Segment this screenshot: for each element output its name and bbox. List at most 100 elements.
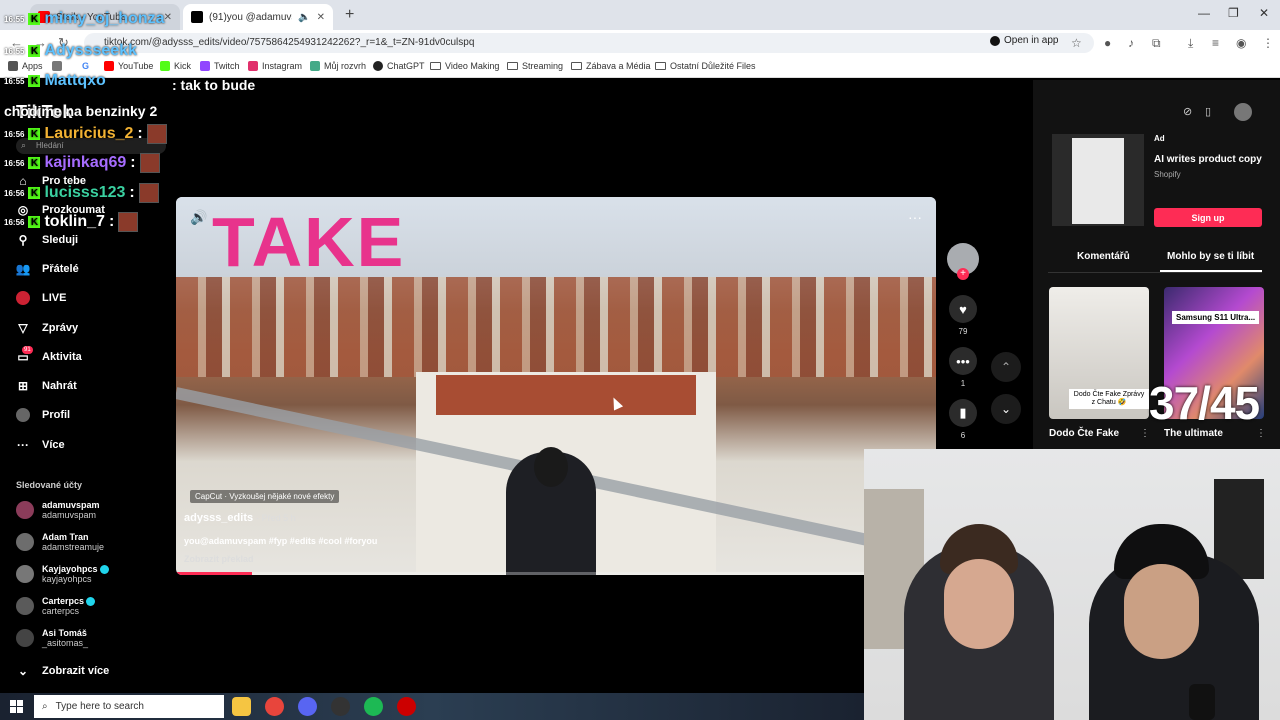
ad-title[interactable]: AI writes product copy — [1154, 154, 1262, 165]
bookmark-chatgpt[interactable]: ChatGPT — [373, 61, 425, 71]
following-account[interactable]: Kayjayohpcs kayjayohpcs — [16, 564, 109, 584]
nav-vice[interactable]: ··· Více — [16, 438, 65, 452]
comment-button[interactable]: ••• 1 — [948, 347, 978, 388]
video-person-head — [534, 447, 568, 487]
windows-start-icon[interactable] — [10, 700, 23, 713]
download-icon[interactable]: ⤓ — [1188, 36, 1193, 51]
folder-icon — [430, 62, 441, 70]
tab-title: (91)you @adamuvspam #fy — [209, 11, 292, 23]
close-tab-icon[interactable]: ✕ — [317, 12, 325, 23]
nav-live[interactable]: LIVE — [16, 291, 66, 305]
bookmark-folder-video[interactable]: Video Making — [430, 61, 499, 71]
bookmark-instagram[interactable]: Instagram — [248, 61, 302, 71]
minimize-button[interactable]: — — [1198, 6, 1210, 20]
bookmark-twitch[interactable]: Twitch — [200, 61, 240, 71]
menu-dots-icon[interactable]: ⋮ — [1262, 36, 1274, 50]
restore-button[interactable]: ❐ — [1228, 6, 1239, 20]
following-account[interactable]: Asi Tomáš _asitomas_ — [16, 628, 88, 648]
nav-zpravy[interactable]: ▽ Zprávy — [16, 321, 78, 335]
open-in-app-button[interactable]: Open in app — [990, 35, 1059, 46]
url-field[interactable]: tiktok.com/@adysss_edits/video/757586425… — [84, 33, 1094, 53]
tab-tiktok[interactable]: (91)you @adamuvspam #fy 🔈 ✕ — [183, 4, 333, 30]
nav-sleduji[interactable]: ⚲ Sleduji — [16, 233, 78, 247]
more-options-icon[interactable]: ··· — [908, 209, 922, 225]
taskbar-search[interactable]: ⌕ Type here to search — [34, 695, 224, 718]
folder-icon — [571, 62, 582, 70]
show-more-button[interactable]: ⌄ Zobrazit více — [16, 664, 109, 678]
file-explorer-icon[interactable] — [232, 697, 251, 716]
screen-icon[interactable]: ⊘ — [1183, 105, 1197, 119]
bookmark-kick[interactable]: Kick — [160, 61, 191, 71]
bookmark-rozvrh[interactable]: Můj rozvrh — [310, 61, 366, 71]
open-in-app-label: Open in app — [1004, 35, 1059, 46]
mute-tab-icon[interactable]: 🔈 — [298, 12, 310, 23]
phone-icon[interactable]: ▯ — [1205, 105, 1219, 119]
following-account[interactable]: adamuvspam adamuvspam — [16, 500, 100, 520]
volume-icon[interactable]: 🔊 — [190, 209, 207, 226]
ad-thumbnail[interactable] — [1052, 134, 1144, 226]
nav-label: Sleduji — [42, 234, 79, 246]
chevron-up-icon: ⌃ — [1000, 360, 1012, 374]
bookmark-folder-streaming[interactable]: Streaming — [507, 61, 563, 71]
bookmark-label: Můj rozvrh — [324, 61, 367, 71]
video-rooftops — [176, 277, 936, 377]
suggested-video-card[interactable]: Dodo Čte Fake Zprávy z Chatu 🤣 — [1049, 287, 1149, 419]
account-handle: adamuvspam — [42, 510, 97, 520]
bookmark-grid[interactable] — [52, 61, 62, 71]
video-progress-bar[interactable] — [176, 572, 936, 575]
nav-label: Nahrát — [42, 380, 77, 392]
ad-sponsor: Shopify — [1154, 170, 1181, 179]
follow-plus-icon[interactable]: + — [957, 268, 969, 280]
discord-icon[interactable] — [298, 697, 317, 716]
bookmark-google[interactable]: G — [82, 61, 89, 71]
next-video-button[interactable]: ⌄ — [991, 394, 1021, 424]
card-title[interactable]: Dodo Čte Fake — [1049, 428, 1119, 439]
tiktok-favicon-icon — [191, 11, 203, 23]
avatar — [16, 629, 34, 647]
audio-icon[interactable]: ♪ — [1128, 36, 1134, 50]
new-tab-button[interactable]: + — [345, 6, 354, 24]
extension-icon[interactable]: ● — [1104, 36, 1111, 50]
obs-icon[interactable] — [331, 697, 350, 716]
profile-avatar-icon[interactable]: ◉ — [1236, 36, 1246, 50]
translate-link[interactable]: Zobrazit překlad — [184, 554, 254, 564]
close-window-button[interactable]: ✕ — [1259, 6, 1269, 20]
following-account[interactable]: Adam Tran adamstreamuje — [16, 532, 104, 552]
bookmark-label: YouTube — [118, 61, 154, 71]
bookmark-star-icon[interactable]: ☆ — [1071, 36, 1082, 50]
posted-time: · Před 5 h — [256, 513, 296, 523]
nav-profil[interactable]: Profil — [16, 408, 70, 422]
bookmark-youtube[interactable]: YouTube — [104, 61, 153, 71]
video-author[interactable]: adysss_edits · Před 5 h — [184, 512, 296, 524]
recorder-icon[interactable] — [397, 697, 416, 716]
webcam-face-right — [1124, 564, 1199, 659]
nav-nahrat[interactable]: ⊞ Nahrát — [16, 379, 77, 393]
tab-suggested[interactable]: Mohlo by se ti líbit — [1167, 251, 1254, 262]
account-handle: _asitomas_ — [42, 638, 89, 648]
following-account[interactable]: Carterpcs carterpcs — [16, 596, 96, 616]
following-header: Sledované účty — [16, 480, 83, 490]
bookmark-folder-zabava[interactable]: Zábava a Média — [571, 61, 651, 71]
chat-time: 16:55 — [4, 46, 25, 56]
spotify-icon[interactable] — [364, 697, 383, 716]
chat-message: 16:56 Klucisss123: — [4, 183, 159, 203]
video-overlay-text: TAKE — [212, 203, 406, 281]
chrome-icon[interactable] — [265, 697, 284, 716]
save-button[interactable]: ▮ 6 — [948, 399, 978, 440]
user-avatar[interactable] — [1234, 103, 1252, 121]
bookmark-apps[interactable]: Apps — [8, 61, 43, 71]
video-player[interactable]: TAKE 🔊 ··· CapCut · Vyzkoušej nějaké nov… — [176, 197, 936, 575]
puzzle-icon[interactable]: ⧉ — [1152, 36, 1161, 51]
bookmark-folder-ostatni[interactable]: Ostatní Důležité Files — [655, 61, 756, 71]
bookmark-label: Kick — [174, 61, 192, 71]
media-icon[interactable]: ≡ — [1212, 36, 1219, 50]
like-button[interactable]: ♥ 79 — [948, 295, 978, 336]
capcut-tag[interactable]: CapCut · Vyzkoušej nějaké nové efekty — [190, 490, 340, 503]
nav-pratele[interactable]: 👥 Přátelé — [16, 262, 79, 276]
ad-thumbnail-screen — [1072, 138, 1124, 224]
previous-video-button[interactable]: ⌃ — [991, 352, 1021, 382]
signup-button[interactable]: Sign up — [1154, 208, 1262, 227]
tab-comments[interactable]: Komentářů — [1077, 251, 1130, 262]
nav-label: Přátelé — [42, 263, 79, 275]
account-name: Carterpcs — [42, 596, 85, 606]
